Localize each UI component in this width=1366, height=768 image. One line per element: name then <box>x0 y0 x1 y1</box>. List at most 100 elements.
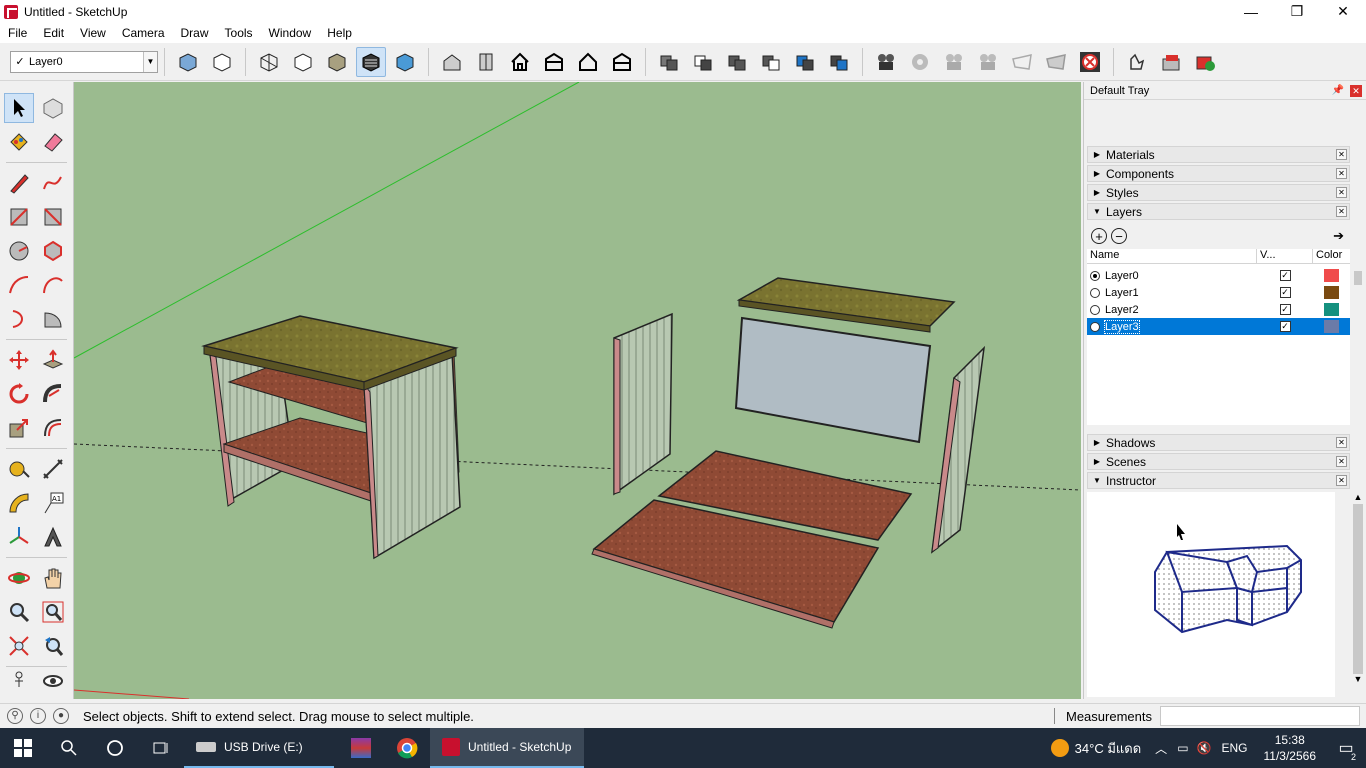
visibility-checkbox[interactable]: ✓ <box>1279 270 1291 281</box>
left-view-button[interactable] <box>607 47 637 77</box>
winrar-icon[interactable] <box>338 728 384 768</box>
circle-button[interactable] <box>4 236 34 266</box>
panel-scenes[interactable]: ▶ Scenes ✕ <box>1087 453 1350 470</box>
weather-text[interactable]: 34°C มีแดด <box>1075 738 1142 759</box>
menu-window[interactable]: Window <box>261 26 320 40</box>
task-view-icon[interactable] <box>138 728 184 768</box>
language-indicator[interactable]: ENG <box>1221 741 1247 755</box>
panel-materials[interactable]: ▶ Materials ✕ <box>1087 146 1350 163</box>
network-icon[interactable]: ▭ <box>1177 741 1188 755</box>
visibility-checkbox[interactable]: ✓ <box>1279 304 1291 315</box>
scale-button[interactable] <box>4 413 34 443</box>
panel-close-icon[interactable]: ✕ <box>1336 206 1347 217</box>
move-button[interactable] <box>4 345 34 375</box>
layers-scrollbar[interactable] <box>1352 267 1364 427</box>
union-button[interactable] <box>722 47 752 77</box>
previous-view-button[interactable] <box>38 631 68 661</box>
menu-edit[interactable]: Edit <box>35 26 72 40</box>
iso-view-button[interactable] <box>437 47 467 77</box>
add-layer-button[interactable]: + <box>1091 228 1107 244</box>
active-layer-radio[interactable] <box>1090 287 1100 298</box>
active-layer-radio[interactable] <box>1090 321 1100 332</box>
exploded-back-panel[interactable] <box>734 316 932 444</box>
chevron-up-icon[interactable]: ︿ <box>1155 740 1167 757</box>
warehouse-button[interactable] <box>1156 47 1186 77</box>
assembled-cabinet[interactable] <box>201 315 461 560</box>
delete-layer-button[interactable]: − <box>1111 228 1127 244</box>
layer-color-swatch[interactable] <box>1324 269 1339 282</box>
front-view-button[interactable] <box>505 47 535 77</box>
zoom-button[interactable] <box>4 597 34 627</box>
pan-button[interactable] <box>38 563 68 593</box>
layer-row-layer3[interactable]: Layer3 ✓ <box>1087 318 1350 335</box>
exploded-right-side-panel[interactable] <box>931 345 986 554</box>
rotate-button[interactable] <box>4 379 34 409</box>
extension-warehouse-button[interactable] <box>1190 47 1220 77</box>
cortana-icon[interactable] <box>92 728 138 768</box>
menu-draw[interactable]: Draw <box>173 26 217 40</box>
zoom-window-button[interactable] <box>38 597 68 627</box>
right-view-button[interactable] <box>539 47 569 77</box>
visibility-checkbox[interactable]: ✓ <box>1279 287 1291 298</box>
push-pull-button[interactable] <box>38 345 68 375</box>
panel-close-icon[interactable]: ✕ <box>1336 149 1347 160</box>
axes-button[interactable] <box>4 522 34 552</box>
panel-layers[interactable]: ▼ Layers ✕ <box>1087 203 1350 220</box>
back-edges-button[interactable] <box>207 47 237 77</box>
panel-close-icon[interactable]: ✕ <box>1336 168 1347 179</box>
offset-button[interactable] <box>38 413 68 443</box>
panel-styles[interactable]: ▶ Styles ✕ <box>1087 184 1350 201</box>
cancel-tool-button[interactable] <box>1075 47 1105 77</box>
shaded-textures-button[interactable] <box>356 46 386 77</box>
tape-measure-button[interactable] <box>4 454 34 484</box>
eraser-button[interactable] <box>38 127 68 157</box>
zoom-extents-button[interactable] <box>4 631 34 661</box>
monochrome-button[interactable] <box>390 47 420 77</box>
layer-selector[interactable]: ✓ Layer0 ▼ <box>10 50 158 73</box>
disabled-tool-2-button[interactable] <box>939 47 969 77</box>
rectangle-button[interactable] <box>4 202 34 232</box>
pin-icon[interactable]: 📌 <box>1332 85 1344 96</box>
3d-text-button[interactable] <box>38 522 68 552</box>
search-icon[interactable] <box>46 728 92 768</box>
exploded-shelf-panels[interactable] <box>591 450 913 629</box>
menu-help[interactable]: Help <box>319 26 360 40</box>
active-layer-radio[interactable] <box>1090 304 1100 315</box>
polygon-button[interactable] <box>38 236 68 266</box>
top-view-button[interactable] <box>471 47 501 77</box>
disabled-tool-1-button[interactable] <box>905 47 935 77</box>
shaded-button[interactable] <box>322 47 352 77</box>
two-point-arc-button[interactable] <box>38 270 68 300</box>
menu-camera[interactable]: Camera <box>114 26 173 40</box>
clock[interactable]: 15:38 11/3/2566 <box>1264 732 1317 764</box>
make-component-button[interactable] <box>38 93 68 123</box>
info-icon[interactable]: i <box>30 708 46 724</box>
panel-shadows[interactable]: ▶ Shadows ✕ <box>1087 434 1350 451</box>
user-icon[interactable]: ● <box>53 708 69 724</box>
three-point-arc-button[interactable] <box>4 304 34 334</box>
tray-close-icon[interactable]: ✕ <box>1350 85 1362 97</box>
layer-row-layer2[interactable]: Layer2 ✓ <box>1087 301 1350 318</box>
layer-color-swatch[interactable] <box>1324 320 1339 333</box>
sandbox-button[interactable] <box>1122 47 1152 77</box>
intersect-button[interactable] <box>688 47 718 77</box>
panel-close-icon[interactable]: ✕ <box>1336 437 1347 448</box>
layer-row-layer0[interactable]: Layer0 ✓ <box>1087 267 1350 284</box>
panel-instructor[interactable]: ▼ Instructor ✕ <box>1087 472 1350 489</box>
select-tool-button[interactable] <box>4 93 34 123</box>
taskbar-sketchup[interactable]: Untitled - SketchUp <box>430 728 584 768</box>
trim-button[interactable] <box>790 47 820 77</box>
orbit-button[interactable] <box>4 563 34 593</box>
layer-color-swatch[interactable] <box>1324 286 1339 299</box>
look-around-button[interactable] <box>38 666 68 696</box>
menu-file[interactable]: File <box>0 26 35 40</box>
menu-view[interactable]: View <box>72 26 114 40</box>
column-visible[interactable]: V... <box>1257 249 1313 263</box>
outer-shell-button[interactable] <box>654 47 684 77</box>
visibility-checkbox[interactable]: ✓ <box>1279 321 1291 332</box>
column-color[interactable]: Color <box>1313 249 1350 263</box>
dimension-button[interactable] <box>38 454 68 484</box>
pie-button[interactable] <box>38 304 68 334</box>
rotated-rectangle-button[interactable] <box>38 202 68 232</box>
start-button[interactable] <box>0 728 46 768</box>
